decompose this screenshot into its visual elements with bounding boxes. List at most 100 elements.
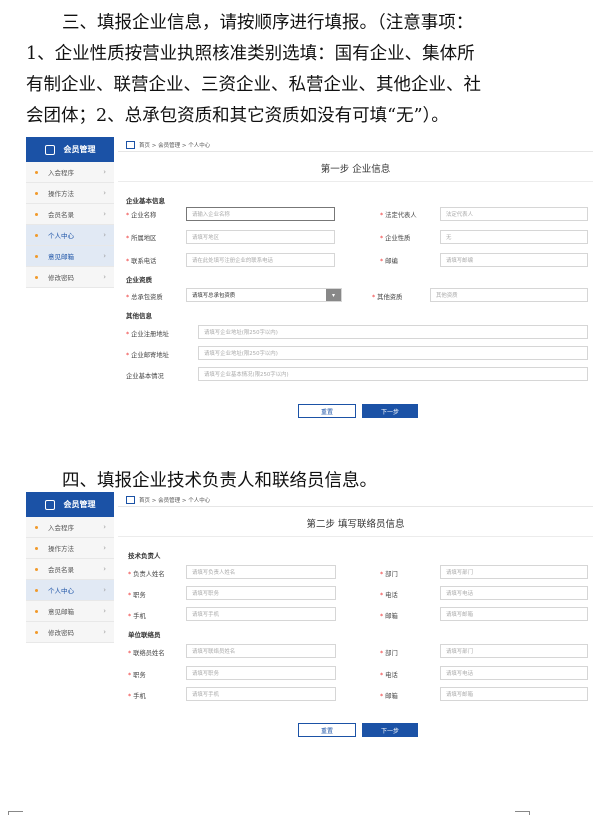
reg-address-input[interactable]: 请填写企业地址(限250字以内) (198, 325, 588, 339)
contact-title-label: * 职务 (128, 672, 146, 679)
sidebar-item-directory[interactable]: 会员名录 › (26, 559, 114, 580)
sidebar-item-label: 操作方法 (48, 190, 74, 198)
sidebar-item-label: 修改密码 (48, 629, 74, 637)
chevron-right-icon: › (103, 252, 106, 260)
reg-address-label: * 企业注册地址 (126, 331, 169, 338)
tech-email-input[interactable]: 请填写邮箱 (440, 607, 588, 621)
company-name-input[interactable]: 请输入企业名称 (186, 207, 335, 221)
next-button[interactable]: 下一步 (362, 723, 418, 737)
phone-label: * 联系电话 (126, 258, 157, 265)
step3-line1: 三、填报企业信息，请按顺序进行填报。（注意事项： (62, 13, 474, 33)
sidebar-title: 会员管理 (63, 145, 96, 154)
sidebar-header: 会员管理 (26, 492, 114, 517)
divider (118, 181, 593, 182)
section-tech: 技术负责人 (128, 552, 161, 560)
tech-dept-input[interactable]: 请填写部门 (440, 565, 588, 579)
breadcrumb: 首页 > 会员管理 > 个人中心 (126, 141, 210, 149)
contact-mobile-input[interactable]: 请填写手机 (186, 687, 336, 701)
bullet-icon (35, 525, 38, 529)
reset-button[interactable]: 重置 (298, 404, 356, 418)
sidebar-item-label: 个人中心 (48, 587, 74, 595)
general-qual-label: * 总承包资质 (126, 294, 163, 301)
chevron-right-icon: › (103, 607, 106, 615)
contact-name-input[interactable]: 请填写联络员姓名 (186, 644, 336, 658)
legal-rep-input[interactable]: 法定代表人 (440, 207, 588, 221)
tech-mobile-label: * 手机 (128, 613, 146, 620)
reset-button[interactable]: 重置 (298, 723, 356, 737)
sidebar-item-personal[interactable]: 个人中心 › (26, 580, 114, 601)
chevron-right-icon: › (103, 544, 106, 552)
divider (118, 536, 593, 537)
chevron-right-icon: › (103, 273, 106, 281)
contact-info-screenshot: 会员管理 入会程序 › 操作方法 › 会员名录 › 个人中心 › 意见邮箱 › 修改密码 ›… (26, 492, 593, 794)
sidebar-item-personal[interactable]: 个人中心 › (26, 225, 114, 246)
sidebar-item-label: 意见邮箱 (48, 608, 74, 616)
home-icon (126, 496, 135, 504)
step3-line4: 会团体；2、总承包资质和其它资质如没有可填“无”）。 (26, 106, 449, 126)
sidebar-item-label: 个人中心 (48, 232, 74, 240)
contact-name-label: * 联络员姓名 (128, 650, 165, 657)
mail-address-input[interactable]: 请填写企业地址(限250字以内) (198, 346, 588, 360)
sidebar-item-method[interactable]: 操作方法 › (26, 538, 114, 559)
sidebar-header: 会员管理 (26, 137, 114, 162)
member-icon (44, 144, 55, 155)
other-qual-input[interactable]: 其他资质 (430, 288, 588, 302)
nature-input[interactable]: 无 (440, 230, 588, 244)
chevron-right-icon: › (103, 586, 106, 594)
contact-dept-label: * 部门 (380, 650, 398, 657)
chevron-right-icon: › (103, 565, 106, 573)
contact-phone-input[interactable]: 请填写电话 (440, 666, 588, 680)
tech-dept-label: * 部门 (380, 571, 398, 578)
tech-phone-input[interactable]: 请填写电话 (440, 586, 588, 600)
form-panel: 首页 > 会员管理 > 个人中心 第一步 企业信息 企业基本信息 * 企业名称 请… (118, 137, 593, 439)
other-qual-label: * 其他资质 (372, 294, 403, 301)
sidebar-item-feedback[interactable]: 意见邮箱 › (26, 246, 114, 267)
region-input[interactable]: 请填写地区 (186, 230, 335, 244)
bullet-icon (35, 567, 38, 571)
breadcrumb-text[interactable]: 首页 > 会员管理 > 个人中心 (139, 496, 210, 504)
step3-instructions: 三、填报企业信息，请按顺序进行填报。（注意事项： 1、企业性质按营业执照核准类别… (26, 8, 596, 132)
sidebar-item-label: 会员名录 (48, 566, 74, 574)
bullet-icon (35, 170, 38, 174)
tech-email-label: * 邮箱 (380, 613, 398, 620)
tech-title-input[interactable]: 请填写职务 (186, 586, 336, 600)
contact-dept-input[interactable]: 请填写部门 (440, 644, 588, 658)
divider (118, 506, 593, 507)
basic-info-input[interactable]: 请填写企业基本情况(限250字以内) (198, 367, 588, 381)
sidebar-item-method[interactable]: 操作方法 › (26, 183, 114, 204)
bullet-icon (35, 609, 38, 613)
mail-address-label: * 企业邮寄地址 (126, 352, 169, 359)
sidebar-item-label: 意见邮箱 (48, 253, 74, 261)
basic-info-label: 企业基本情况 (126, 373, 164, 380)
section-other: 其他信息 (126, 312, 152, 320)
contact-title-input[interactable]: 请填写职务 (186, 666, 336, 680)
sidebar: 会员管理 入会程序 › 操作方法 › 会员名录 › 个人中心 › 意见邮箱 › 修改密码 › (26, 137, 114, 288)
phone-input[interactable]: 请在此处填写注册企业的联系电话 (186, 253, 335, 267)
postcode-input[interactable]: 请填写邮编 (440, 253, 588, 267)
sidebar-item-join[interactable]: 入会程序 › (26, 517, 114, 538)
sidebar-item-label: 会员名录 (48, 211, 74, 219)
tech-mobile-input[interactable]: 请填写手机 (186, 607, 336, 621)
contact-phone-label: * 电话 (380, 672, 398, 679)
tech-phone-label: * 电话 (380, 592, 398, 599)
breadcrumb-text[interactable]: 首页 > 会员管理 > 个人中心 (139, 141, 210, 149)
legal-rep-label: * 法定代表人 (380, 212, 417, 219)
contact-email-input[interactable]: 请填写邮箱 (440, 687, 588, 701)
chevron-down-icon[interactable]: ▾ (326, 289, 341, 301)
section-contact: 单位联络员 (128, 631, 161, 639)
next-button[interactable]: 下一步 (362, 404, 418, 418)
sidebar-item-join[interactable]: 入会程序 › (26, 162, 114, 183)
contact-email-label: * 邮箱 (380, 693, 398, 700)
tech-name-input[interactable]: 请填写负责人姓名 (186, 565, 336, 579)
section-basic: 企业基本信息 (126, 197, 165, 205)
sidebar-item-directory[interactable]: 会员名录 › (26, 204, 114, 225)
chevron-right-icon: › (103, 168, 106, 176)
bullet-icon (35, 212, 38, 216)
member-icon (44, 499, 55, 510)
bullet-icon (35, 546, 38, 550)
region-label: * 所属地区 (126, 235, 157, 242)
general-qual-select[interactable]: 请填写总承包资质 ▾ (186, 288, 342, 302)
sidebar-item-password[interactable]: 修改密码 › (26, 267, 114, 288)
sidebar-item-password[interactable]: 修改密码 › (26, 622, 114, 643)
sidebar-item-feedback[interactable]: 意见邮箱 › (26, 601, 114, 622)
